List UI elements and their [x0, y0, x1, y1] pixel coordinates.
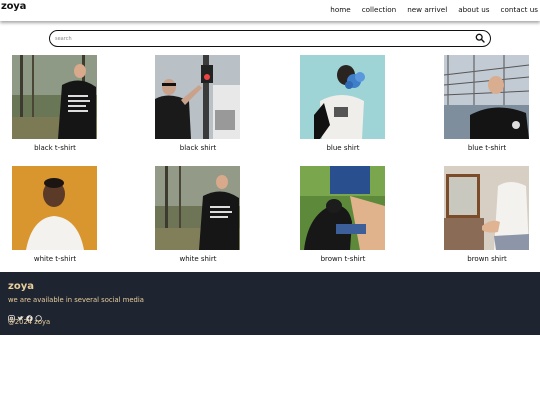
search-input[interactable] — [55, 33, 465, 44]
facebook-icon[interactable] — [26, 307, 33, 322]
product-name[interactable]: black shirt — [135, 144, 261, 152]
product-image[interactable] — [155, 166, 240, 250]
product-name[interactable]: brown t-shirt — [280, 255, 406, 263]
product-image[interactable] — [444, 166, 529, 250]
search-icon[interactable] — [475, 33, 485, 43]
footer-tagline: we are available in several social media — [8, 296, 144, 304]
product-image[interactable] — [12, 166, 97, 250]
product-name[interactable]: blue t-shirt — [424, 144, 540, 152]
nav-links: home collection new arrivel about us con… — [319, 5, 540, 14]
product-image[interactable] — [300, 166, 385, 250]
product-name[interactable]: white shirt — [135, 255, 261, 263]
instagram-icon[interactable] — [8, 307, 15, 322]
footer-copyright: @2024 zoya — [8, 318, 51, 326]
product-image[interactable] — [444, 55, 529, 139]
nav-link-collection[interactable]: collection — [362, 5, 397, 14]
product-name[interactable]: blue shirt — [280, 144, 406, 152]
product-name[interactable]: brown shirt — [424, 255, 540, 263]
product-name[interactable]: white t-shirt — [0, 255, 118, 263]
product-name[interactable]: black t-shirt — [0, 144, 118, 152]
top-navbar: zoya home collection new arrivel about u… — [0, 0, 540, 21]
product-image[interactable] — [300, 55, 385, 139]
social-icons — [8, 307, 42, 322]
product-image[interactable] — [12, 55, 97, 139]
nav-link-about-us[interactable]: about us — [458, 5, 489, 14]
nav-link-home[interactable]: home — [330, 5, 350, 14]
twitter-icon[interactable] — [17, 307, 24, 321]
nav-link-contact-us[interactable]: contact us — [501, 5, 538, 14]
site-footer: zoya we are available in several social … — [0, 272, 540, 335]
nav-link-new-arrival[interactable]: new arrivel — [407, 5, 447, 14]
search-bar — [49, 30, 491, 47]
product-image[interactable] — [155, 55, 240, 139]
footer-logo: zoya — [8, 281, 34, 292]
site-logo[interactable]: zoya — [1, 1, 26, 12]
whatsapp-icon[interactable] — [35, 307, 42, 322]
